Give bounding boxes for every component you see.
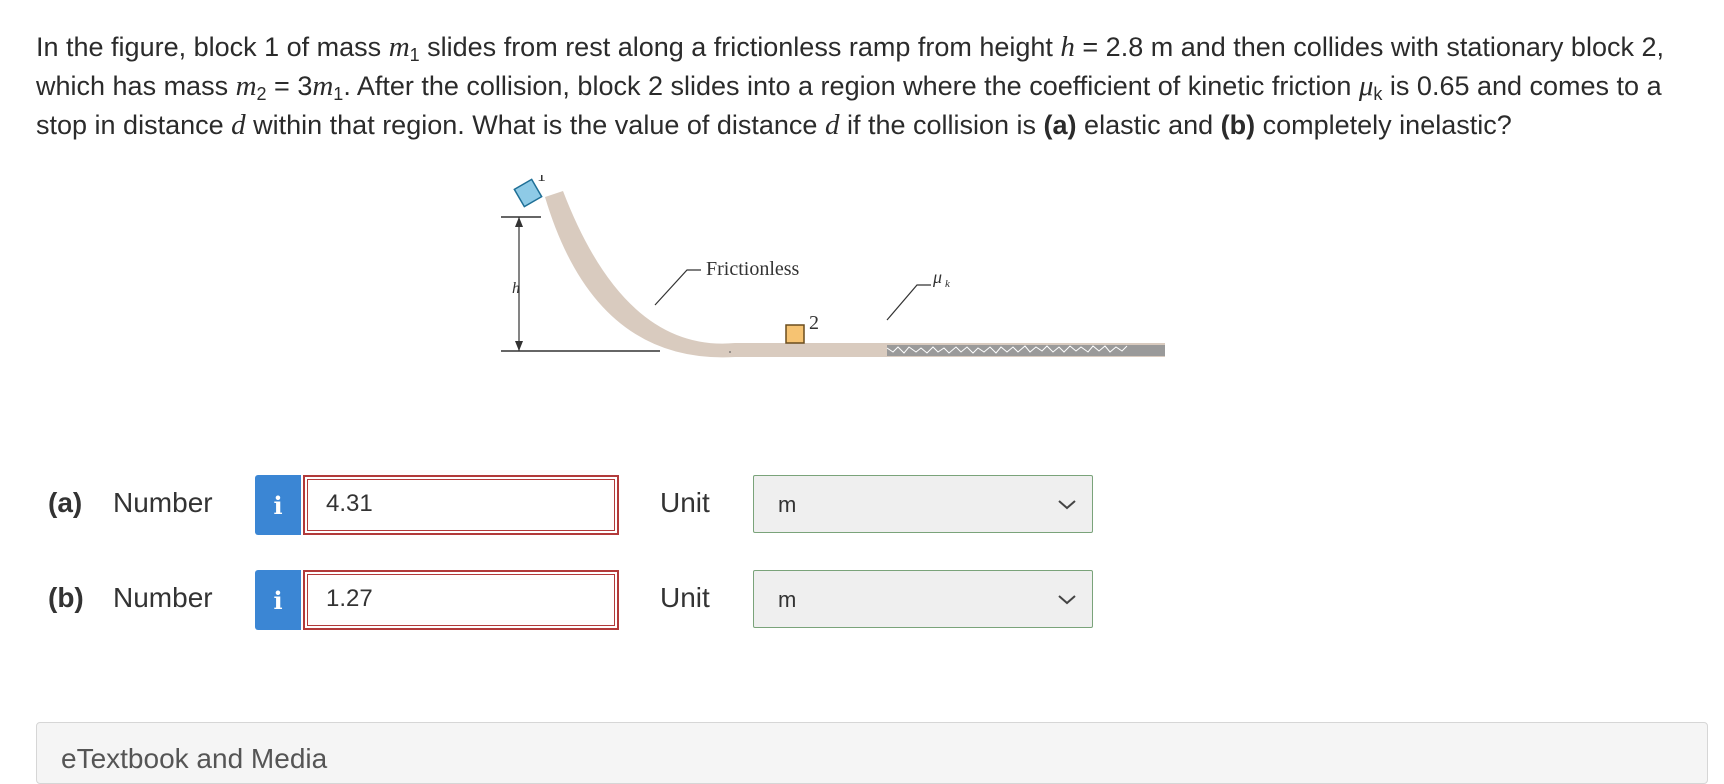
part-label-a: (a)	[48, 487, 83, 518]
info-icon: i	[273, 490, 283, 520]
rough-region	[886, 345, 1165, 356]
unit-select-a[interactable]: m	[753, 475, 1093, 533]
number-label-b: Number	[113, 582, 213, 613]
ramp-diagram: h 1 2 Frictionless μ k	[501, 175, 1165, 358]
chevron-down-icon	[1058, 595, 1076, 605]
info-button-a[interactable]: i	[255, 475, 301, 535]
info-icon: i	[273, 585, 283, 615]
info-button-b[interactable]: i	[255, 570, 301, 630]
question-text: In the figure, block 1 of mass m1 slides…	[36, 31, 1664, 141]
number-input-b[interactable]: 1.27	[303, 570, 619, 630]
mu-label: μ	[932, 267, 942, 287]
part-label-b: (b)	[48, 582, 84, 613]
unit-select-b[interactable]: m	[753, 570, 1093, 628]
unit-label-a: Unit	[660, 487, 710, 518]
unit-label-b: Unit	[660, 582, 710, 613]
frictionless-leader	[654, 269, 701, 306]
ramp-figure: h 1 2 Frictionless μ k	[495, 175, 1245, 385]
etextbook-title[interactable]: eTextbook and Media	[61, 743, 327, 775]
unit-value-b: m	[778, 587, 797, 612]
mu-leader	[886, 284, 931, 321]
etextbook-panel[interactable]: eTextbook and Media	[36, 722, 1708, 784]
number-label-a: Number	[113, 487, 213, 518]
mu-subscript: k	[945, 278, 951, 290]
frictionless-label: Frictionless	[706, 258, 800, 280]
h-arrow-down	[515, 341, 523, 351]
h-arrow-up	[515, 217, 523, 227]
number-value-a[interactable]: 4.31	[307, 479, 615, 531]
unit-value-a: m	[778, 492, 797, 517]
chevron-down-icon	[1058, 500, 1076, 510]
number-value-b[interactable]: 1.27	[307, 574, 615, 626]
block-2	[785, 324, 805, 344]
block-2-label: 2	[809, 312, 819, 334]
h-label: h	[512, 280, 520, 297]
number-input-a[interactable]: 4.31	[303, 475, 619, 535]
block-1-label: 1	[537, 175, 546, 185]
